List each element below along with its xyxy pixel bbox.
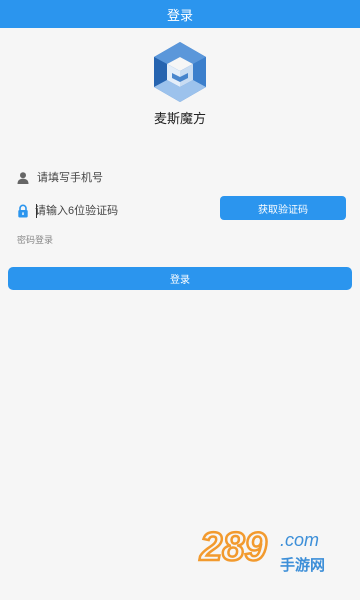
site-watermark: 289 .com 手游网 (198, 524, 325, 574)
get-code-button[interactable]: 获取验证码 (220, 196, 346, 220)
verification-code-input[interactable] (35, 203, 205, 219)
login-button[interactable]: 登录 (8, 267, 352, 290)
cube-logo-icon (154, 42, 206, 102)
text-cursor (36, 204, 37, 218)
get-code-label: 获取验证码 (258, 204, 308, 216)
user-icon (17, 172, 29, 184)
watermark-site-name: 手游网 (280, 556, 325, 574)
page-title: 登录 (166, 7, 193, 23)
login-label: 登录 (170, 275, 190, 286)
app-bar: 登录 (0, 0, 360, 28)
phone-input[interactable] (37, 170, 337, 186)
password-login-link[interactable]: 密码登录 (17, 233, 53, 246)
lock-icon (18, 204, 28, 218)
app-name: 麦斯魔方 (153, 111, 206, 126)
watermark-domain: .com (280, 530, 319, 550)
watermark-number: 289 (199, 525, 267, 569)
